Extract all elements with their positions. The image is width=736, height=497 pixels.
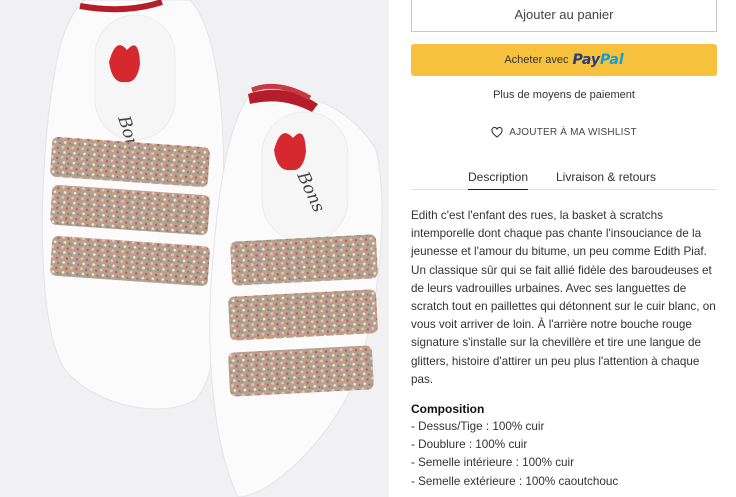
product-image[interactable]: Bons Bons [0, 0, 389, 497]
composition-title: Composition [411, 402, 485, 416]
product-panel: Ajouter au panier Acheter avec PayPal Pl… [389, 0, 736, 497]
product-tabs: Description Livraison & retours [411, 168, 717, 190]
more-payment-methods-link[interactable]: Plus de moyens de paiement [411, 89, 717, 101]
tab-description[interactable]: Description [468, 170, 529, 190]
add-to-cart-label: Ajouter au panier [514, 7, 614, 22]
add-to-wishlist-button[interactable]: AJOUTER À MA WISHLIST [411, 127, 717, 138]
add-to-cart-button[interactable]: Ajouter au panier [411, 0, 717, 32]
paypal-checkout-button[interactable]: Acheter avec PayPal [411, 44, 717, 76]
heart-icon [491, 127, 503, 138]
composition-item: - Semelle extérieure : 100% caoutchouc [411, 474, 619, 488]
product-description: Edith c'est l'enfant des rues, la basket… [411, 209, 716, 386]
composition-item: - Dessus/Tige : 100% cuir [411, 420, 545, 433]
paypal-prefix: Acheter avec [504, 54, 569, 66]
wishlist-label: AJOUTER À MA WISHLIST [509, 127, 637, 138]
paypal-logo: PayPal [572, 52, 624, 68]
composition-item: - Semelle intérieure : 100% cuir [411, 456, 575, 470]
composition-list: - Dessus/Tige : 100% cuir - Doublure : 1… [411, 418, 618, 491]
sneakers-illustration: Bons Bons [41, 0, 383, 497]
tab-shipping-returns[interactable]: Livraison & retours [556, 170, 656, 184]
composition-item: - Doublure : 100% cuir [411, 438, 528, 452]
